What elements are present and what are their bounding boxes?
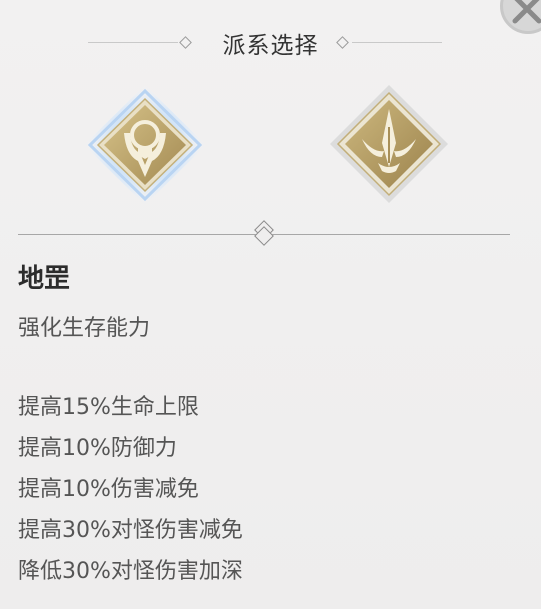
header-line-right: [352, 42, 442, 43]
faction-option-trident[interactable]: [326, 83, 452, 205]
effect-item: 提高15%生命上限: [18, 395, 199, 420]
effect-item: 提高10%伤害减免: [18, 477, 199, 502]
faction-select-panel: 派系选择 地罡 强化生存能力 提高15%生命上限 提高10%防御力 提高10%伤…: [0, 0, 541, 609]
effects-list: 提高15%生命上限 提高10%防御力 提高10%伤害减免 提高30%对怪伤害减免…: [18, 391, 243, 596]
close-icon: [512, 0, 541, 24]
effect-item: 降低30%对怪伤害加深: [18, 559, 243, 584]
faction-description: 强化生存能力: [18, 316, 151, 341]
page-title: 派系选择: [222, 33, 319, 59]
faction-name: 地罡: [18, 264, 71, 294]
faction-option-shield[interactable]: [80, 85, 210, 205]
effect-item: 提高30%对怪伤害减免: [18, 518, 243, 543]
panel-header: 派系选择: [0, 22, 541, 62]
effect-item: 提高10%防御力: [18, 436, 177, 461]
trident-emblem-icon: [330, 85, 448, 203]
shield-emblem-icon: [84, 85, 206, 205]
